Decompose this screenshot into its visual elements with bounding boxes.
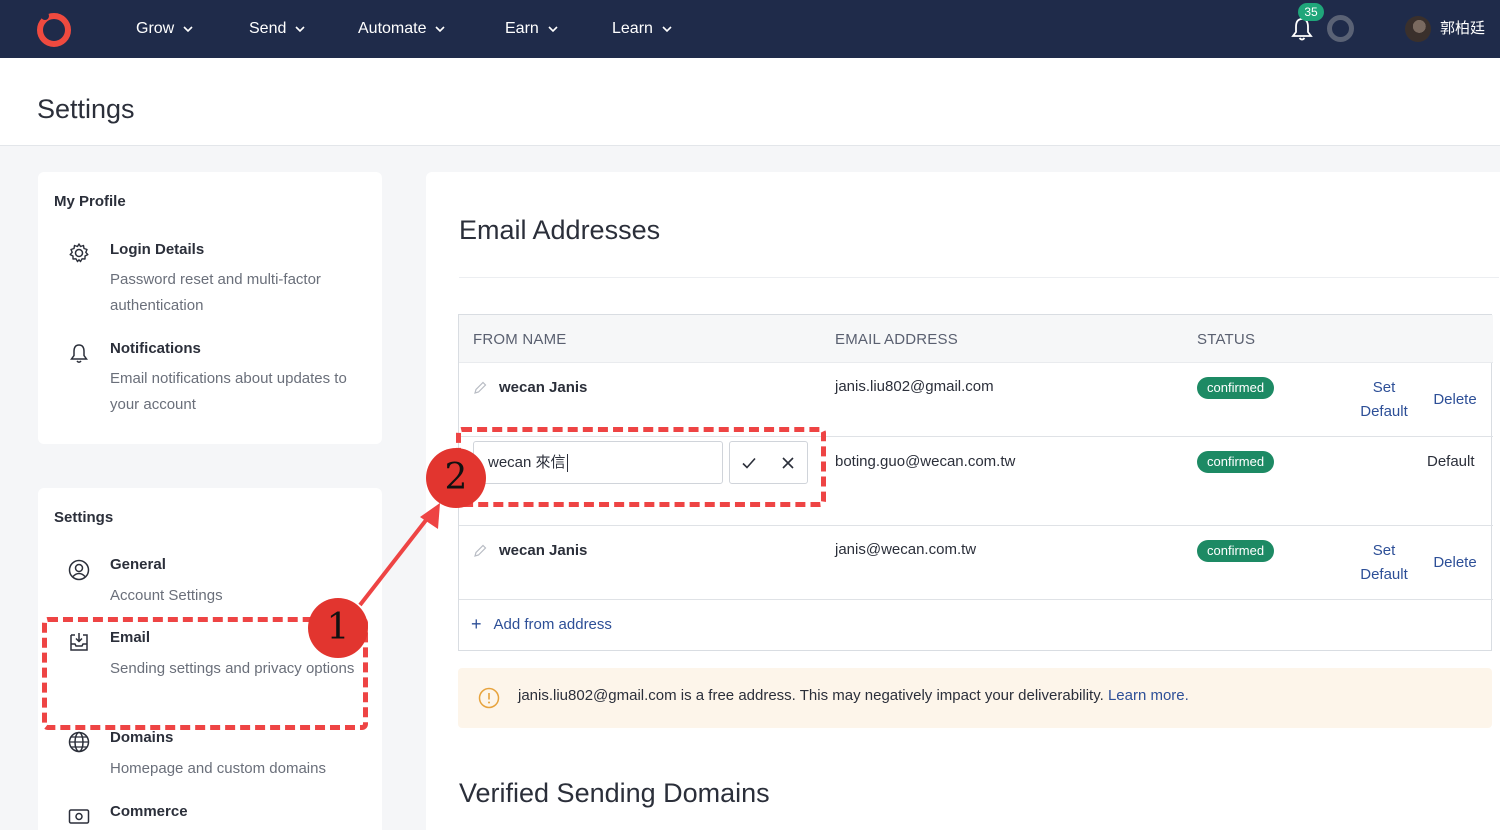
profile-card: My Profile Login Details Password reset …	[38, 172, 382, 444]
sidebar-item-commerce[interactable]: Commerce	[110, 803, 188, 820]
user-name[interactable]: 郭柏廷	[1440, 18, 1485, 40]
warning-text: janis.liu802@gmail.com is a free address…	[518, 687, 1104, 704]
nav-automate[interactable]: Automate	[358, 18, 446, 40]
page-header: Settings	[0, 58, 1500, 146]
column-header-status: STATUS	[1197, 331, 1256, 348]
deliverability-warning: janis.liu802@gmail.com is a free address…	[458, 668, 1492, 728]
chevron-down-icon	[548, 26, 558, 33]
email-addresses-title: Email Addresses	[459, 215, 661, 245]
sidebar-item-domains[interactable]: Domains	[110, 729, 173, 746]
set-default-button[interactable]: Set Default	[1349, 376, 1419, 424]
bell-icon	[70, 344, 88, 363]
chevron-down-icon	[435, 26, 446, 33]
page-title: Settings	[37, 94, 135, 124]
email-address: boting.guo@wecan.com.tw	[835, 453, 1016, 470]
email-address: janis@wecan.com.tw	[835, 541, 977, 558]
from-name: wecan Janis	[499, 379, 588, 396]
sidebar-item-general[interactable]: General	[110, 556, 166, 573]
chevron-down-icon	[295, 26, 305, 33]
nav-send[interactable]: Send	[249, 18, 306, 40]
nav-learn[interactable]: Learn	[612, 18, 673, 40]
user-circle-icon	[68, 559, 90, 581]
plus-icon: +	[471, 614, 482, 634]
chevron-down-icon	[662, 26, 672, 33]
chevron-down-icon	[183, 26, 193, 33]
email-address: janis.liu802@gmail.com	[835, 378, 994, 395]
loading-ring-icon	[1327, 15, 1354, 42]
notification-count-badge: 35	[1298, 3, 1324, 21]
status-badge: confirmed	[1197, 377, 1275, 399]
annotation-arrow-icon	[358, 503, 440, 607]
column-header-from-name: FROM NAME	[473, 331, 567, 348]
add-from-address-button[interactable]: + Add from address	[471, 615, 612, 633]
learn-more-link[interactable]: Learn more.	[1108, 687, 1189, 704]
nav-label: Grow	[136, 20, 175, 37]
nav-label: Earn	[505, 20, 539, 37]
sidebar-item-notifications[interactable]: Notifications	[110, 340, 201, 357]
profile-card-heading: My Profile	[54, 193, 126, 210]
nav-grow[interactable]: Grow	[136, 18, 194, 40]
pencil-icon[interactable]	[473, 381, 487, 395]
nav-label: Learn	[612, 20, 653, 37]
from-name: wecan Janis	[499, 542, 588, 559]
warning-circle-icon	[478, 687, 500, 709]
warning-message: janis.liu802@gmail.com is a free address…	[518, 687, 1189, 704]
verified-domains-title: Verified Sending Domains	[459, 778, 770, 808]
sidebar-item-desc: Homepage and custom domains	[110, 760, 326, 777]
status-badge: confirmed	[1197, 451, 1275, 473]
divider	[459, 277, 1499, 278]
delete-button[interactable]: Delete	[1427, 551, 1483, 575]
pencil-icon[interactable]	[473, 544, 487, 558]
step-1-marker: 1	[308, 598, 368, 658]
default-label: Default	[1427, 453, 1475, 470]
nav-label: Send	[249, 20, 287, 37]
column-header-email: EMAIL ADDRESS	[835, 331, 958, 348]
money-icon	[68, 809, 90, 824]
brand-logo-icon[interactable]	[34, 10, 74, 48]
globe-icon	[68, 731, 90, 753]
add-from-address-label: Add from address	[493, 615, 612, 633]
nav-earn[interactable]: Earn	[505, 18, 559, 40]
status-badge: confirmed	[1197, 540, 1275, 562]
sidebar-item-desc: Password reset and multi-factor authenti…	[110, 271, 321, 314]
sidebar-item-desc: Email notifications about updates to you…	[110, 370, 347, 413]
delete-button[interactable]: Delete	[1427, 388, 1483, 412]
row-divider	[459, 525, 1493, 526]
avatar[interactable]	[1405, 16, 1431, 42]
sidebar-item-login-details[interactable]: Login Details	[110, 241, 204, 258]
step-2-marker: 2	[426, 448, 486, 508]
table-header: FROM NAME EMAIL ADDRESS STATUS	[459, 315, 1493, 363]
row-divider	[459, 599, 1493, 600]
settings-card-heading: Settings	[54, 509, 114, 526]
nav-label: Automate	[358, 20, 427, 37]
set-default-button[interactable]: Set Default	[1349, 539, 1419, 587]
top-navigation: Grow Send Automate Earn Learn 35 郭柏廷	[0, 0, 1500, 58]
gear-icon	[69, 243, 89, 263]
annotation-highlight-edit	[456, 427, 826, 507]
